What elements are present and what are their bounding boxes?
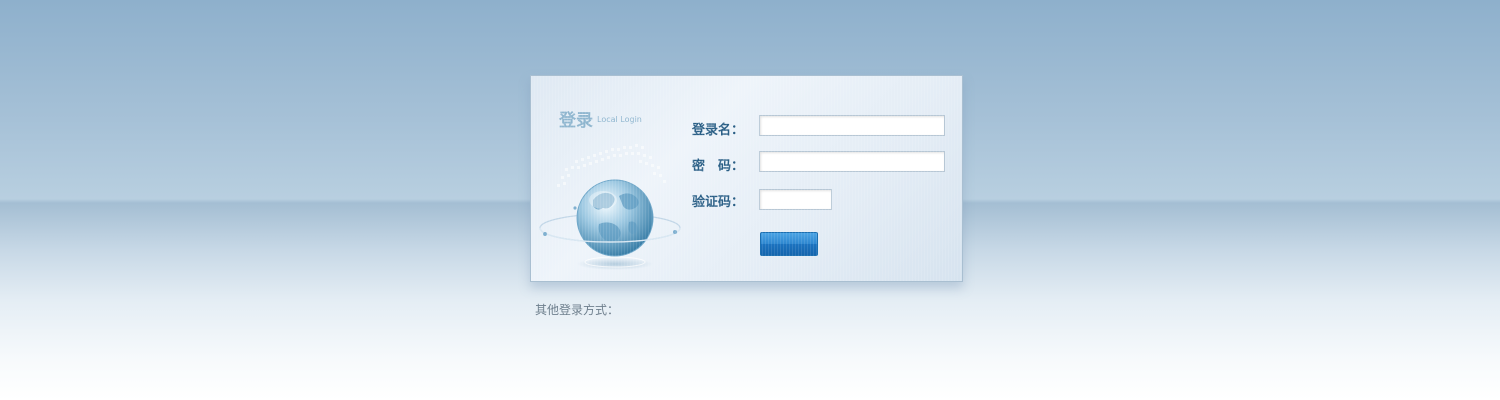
username-label: 登录名： <box>692 123 745 138</box>
captcha-label: 验证码： <box>692 195 745 210</box>
login-panel: 登录 Local Login 登录名： 密 码： 验证码： <box>530 75 963 282</box>
globe-icon <box>539 144 681 270</box>
login-button[interactable] <box>760 232 818 256</box>
username-input[interactable] <box>759 115 945 136</box>
password-label: 密 码： <box>692 159 745 174</box>
other-login-label: 其他登录方式： <box>535 303 620 317</box>
captcha-input[interactable] <box>759 189 832 210</box>
password-input[interactable] <box>759 151 945 172</box>
login-title: 登录 <box>559 111 593 131</box>
login-subtitle: Local Login <box>597 115 642 124</box>
